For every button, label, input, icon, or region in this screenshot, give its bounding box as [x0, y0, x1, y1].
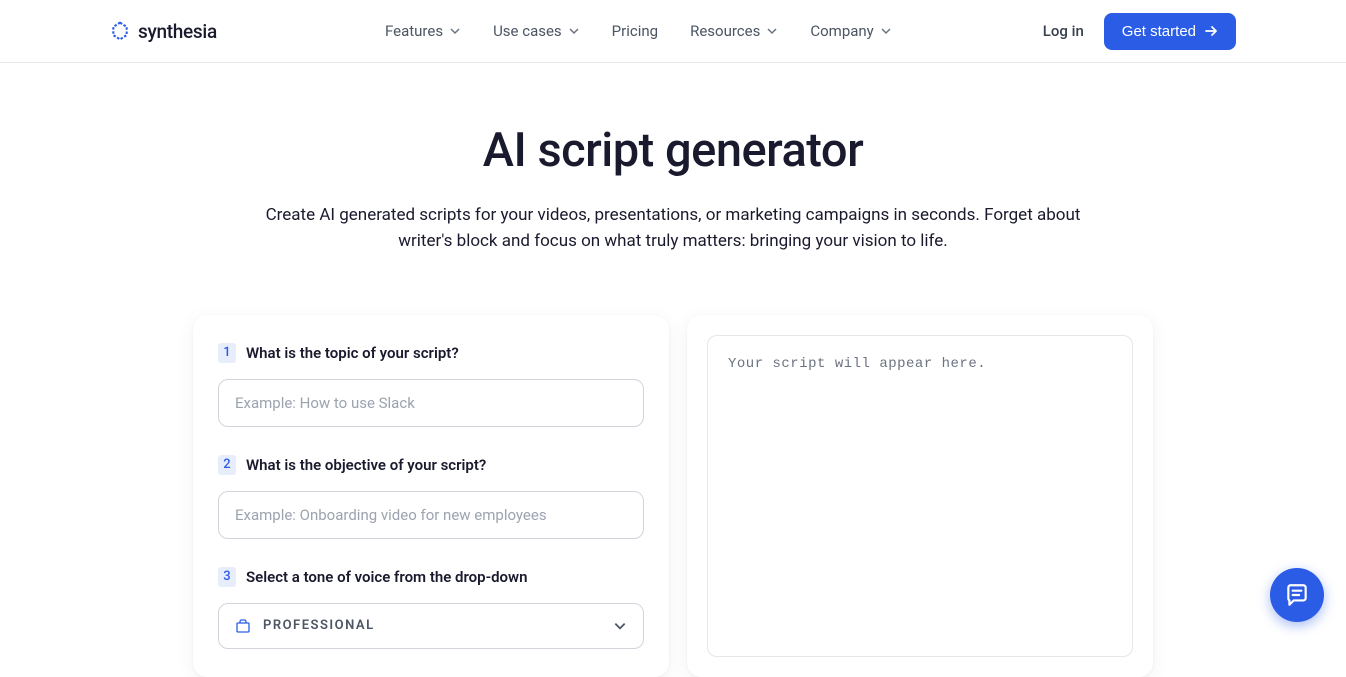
nav-resources-label: Resources: [690, 22, 760, 40]
nav-use-cases[interactable]: Use cases: [493, 22, 580, 40]
chevron-down-icon: [766, 25, 778, 37]
page-subtitle: Create AI generated scripts for your vid…: [238, 202, 1108, 255]
nav-pricing-label: Pricing: [612, 22, 658, 40]
login-link[interactable]: Log in: [1043, 22, 1084, 40]
chevron-down-icon: [568, 25, 580, 37]
briefcase-icon: [235, 618, 251, 634]
step1-number: 1: [218, 343, 236, 363]
logo[interactable]: synthesia: [110, 20, 217, 43]
nav-use-cases-label: Use cases: [493, 22, 562, 40]
nav-company[interactable]: Company: [810, 22, 891, 40]
chevron-down-icon: [880, 25, 892, 37]
chat-button[interactable]: [1270, 568, 1324, 622]
get-started-button[interactable]: Get started: [1104, 13, 1236, 50]
tone-selected: PROFESSIONAL: [263, 618, 375, 633]
logo-text: synthesia: [138, 20, 217, 43]
topic-input[interactable]: [218, 379, 644, 427]
main-nav: Features Use cases Pricing Resources Com…: [385, 22, 892, 40]
step2-text: What is the objective of your script?: [246, 456, 486, 474]
nav-features-label: Features: [385, 22, 443, 40]
chevron-down-icon: [613, 619, 627, 633]
step3-text: Select a tone of voice from the drop-dow…: [246, 568, 527, 586]
step1-text: What is the topic of your script?: [246, 344, 459, 362]
step2-label: 2 What is the objective of your script?: [218, 455, 644, 475]
nav-pricing[interactable]: Pricing: [612, 22, 658, 40]
step2-number: 2: [218, 455, 236, 475]
logo-icon: [110, 21, 130, 41]
nav-company-label: Company: [810, 22, 873, 40]
tone-dropdown[interactable]: PROFESSIONAL: [218, 603, 644, 649]
arrow-right-icon: [1204, 24, 1218, 38]
step3-number: 3: [218, 567, 236, 587]
nav-resources[interactable]: Resources: [690, 22, 778, 40]
script-output: Your script will appear here.: [707, 335, 1133, 657]
page-title: AI script generator: [0, 123, 1346, 178]
input-panel: 1 What is the topic of your script? 2 Wh…: [193, 315, 669, 677]
get-started-label: Get started: [1122, 23, 1196, 40]
chat-icon: [1284, 582, 1310, 608]
output-panel: Your script will appear here.: [687, 315, 1153, 677]
objective-input[interactable]: [218, 491, 644, 539]
step1-label: 1 What is the topic of your script?: [218, 343, 644, 363]
step3-label: 3 Select a tone of voice from the drop-d…: [218, 567, 644, 587]
nav-features[interactable]: Features: [385, 22, 461, 40]
chevron-down-icon: [449, 25, 461, 37]
